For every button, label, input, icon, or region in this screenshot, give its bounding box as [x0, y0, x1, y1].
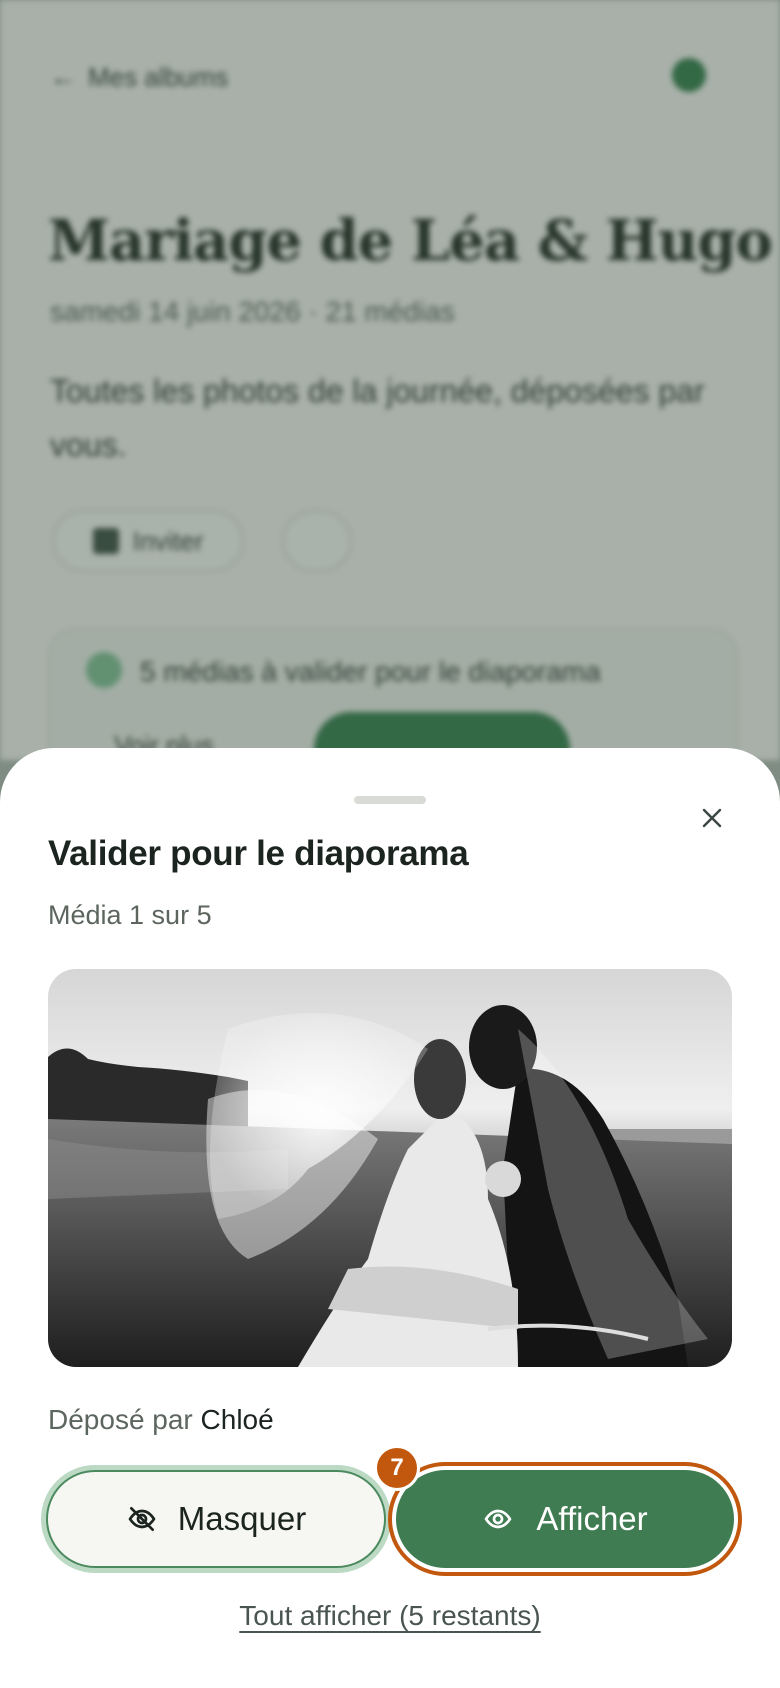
eye-icon	[485, 1509, 512, 1529]
close-icon	[702, 808, 722, 828]
count-badge: 7	[374, 1445, 420, 1491]
close-button[interactable]	[692, 798, 732, 838]
wedding-photo	[48, 969, 732, 1367]
show-button[interactable]: Afficher	[396, 1470, 734, 1568]
sheet-title: Valider pour le diaporama	[48, 834, 469, 873]
validation-sheet: Valider pour le diaporama Média 1 sur 5	[0, 748, 780, 1688]
uploader-line: Déposé par Chloé	[48, 1404, 274, 1435]
hide-button[interactable]: Masquer	[46, 1470, 386, 1568]
media-counter: Média 1 sur 5	[48, 900, 212, 930]
show-all-row: Tout afficher (5 restants)	[0, 1600, 780, 1632]
drag-handle[interactable]	[354, 796, 426, 804]
eye-off-icon	[128, 1507, 156, 1531]
uploader-name: Chloé	[200, 1404, 274, 1435]
show-all-link[interactable]: Tout afficher (5 restants)	[239, 1600, 540, 1631]
media-preview	[48, 969, 732, 1367]
